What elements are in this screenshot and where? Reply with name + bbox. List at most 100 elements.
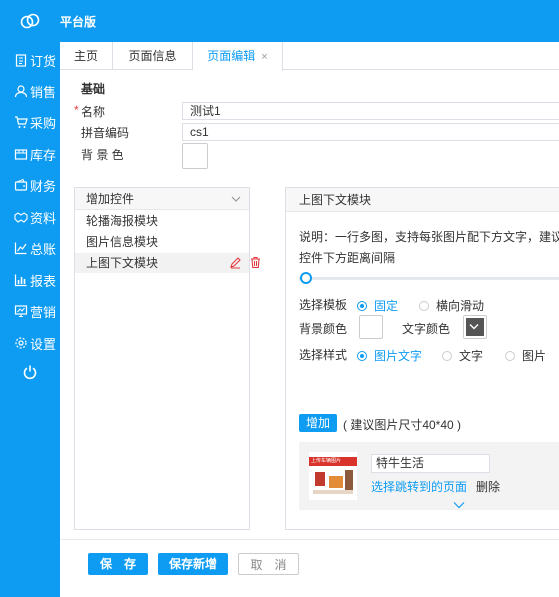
pinyin-label: 拼音编码 bbox=[81, 126, 130, 140]
tab-page-info[interactable]: 页面信息 bbox=[113, 42, 193, 70]
thumbnail-graphic bbox=[345, 470, 353, 490]
style-option-image-text[interactable]: 图片文字 bbox=[357, 347, 422, 364]
control-item-image-text[interactable]: 上图下文模块 bbox=[75, 253, 260, 273]
radio-label: 图片文字 bbox=[374, 349, 423, 363]
thumbnail-graphic bbox=[315, 472, 325, 486]
name-field[interactable]: 测试1 bbox=[182, 102, 559, 120]
controls-panel: 增加控件 轮播海报模块 图片信息模块 上图下文模块 bbox=[74, 187, 260, 530]
sidebar-item-label: 财务 bbox=[30, 178, 57, 194]
cloud-logo-icon bbox=[20, 13, 40, 29]
control-item-carousel[interactable]: 轮播海报模块 bbox=[75, 211, 249, 231]
sidebar-item-inventory[interactable]: 库存 bbox=[0, 142, 60, 166]
image-item-card: 上传车辆图片 特牛生活 选择跳转到的页面 删除 bbox=[299, 442, 559, 510]
sidebar-item-reports[interactable]: 报表 bbox=[0, 268, 60, 292]
handshake-icon bbox=[14, 212, 28, 223]
controls-header-label: 增加控件 bbox=[86, 192, 135, 206]
cart-icon bbox=[15, 116, 28, 128]
section-title-basic: 基础 bbox=[81, 82, 106, 96]
sidebar-item-ledger[interactable]: 总账 bbox=[0, 236, 60, 260]
clipboard-icon bbox=[15, 54, 27, 67]
radio-dot bbox=[357, 350, 367, 361]
template-option-fixed[interactable]: 固定 bbox=[357, 297, 398, 314]
thumbnail-graphic bbox=[329, 476, 343, 488]
module-title: 上图下文模块 bbox=[286, 188, 559, 212]
power-icon[interactable] bbox=[22, 364, 38, 380]
user-icon bbox=[14, 85, 28, 98]
radio-dot bbox=[357, 300, 367, 311]
control-item-label: 轮播海报模块 bbox=[86, 214, 159, 228]
sidebar-item-label: 订货 bbox=[30, 53, 57, 69]
tab-page-edit[interactable]: 页面编辑 × bbox=[193, 42, 283, 71]
spacing-label: 控件下方距离间隔 bbox=[299, 251, 396, 265]
tab-bar: 主页 页面信息 页面编辑 × bbox=[60, 42, 559, 71]
controls-header[interactable]: 增加控件 bbox=[75, 188, 249, 210]
delete-item-link[interactable]: 删除 bbox=[476, 478, 500, 495]
sidebar-item-sales[interactable]: 销售 bbox=[0, 79, 60, 103]
select-target-page-link[interactable]: 选择跳转到的页面 bbox=[371, 478, 467, 495]
app-brand: 平台版 bbox=[60, 15, 97, 29]
chevron-down-icon[interactable] bbox=[453, 501, 465, 509]
required-mark: * bbox=[74, 103, 79, 117]
text-color-picker[interactable] bbox=[463, 315, 487, 339]
item-thumbnail[interactable]: 上传车辆图片 bbox=[309, 452, 357, 500]
name-label: * 名称 bbox=[74, 103, 106, 120]
radio-label: 固定 bbox=[374, 299, 399, 313]
tab-home[interactable]: 主页 bbox=[60, 42, 113, 70]
sidebar-item-label: 总账 bbox=[30, 241, 57, 257]
sidebar-item-marketing[interactable]: 营销 bbox=[0, 299, 60, 323]
sidebar-item-label: 资料 bbox=[30, 210, 57, 226]
style-option-image[interactable]: 图片 bbox=[505, 347, 546, 364]
save-and-new-button[interactable]: 保存新增 bbox=[158, 553, 228, 575]
bg-color-label: 背 景 色 bbox=[81, 148, 124, 162]
save-button[interactable]: 保 存 bbox=[88, 553, 148, 575]
module-description: 说明：一行多图，支持每张图片配下方文字，建议 bbox=[299, 230, 559, 244]
text-color-label: 文字颜色 bbox=[402, 322, 451, 336]
module-bg-color-label: 背景颜色 bbox=[299, 322, 348, 336]
module-bg-color-picker[interactable] bbox=[359, 315, 383, 339]
sidebar-item-label: 报表 bbox=[30, 273, 57, 289]
control-item-label: 图片信息模块 bbox=[86, 235, 159, 249]
sidebar-item-orders[interactable]: 订货 bbox=[0, 48, 60, 72]
main-content: 主页 页面信息 页面编辑 × 基础 * 名称 测试1 拼音编码 cs1 背 景 色 … bbox=[60, 42, 559, 597]
thumbnail-graphic bbox=[313, 490, 353, 494]
close-icon[interactable]: × bbox=[261, 51, 267, 63]
sidebar-item-label: 营销 bbox=[30, 304, 57, 320]
radio-dot bbox=[442, 350, 452, 361]
line-chart-icon bbox=[14, 242, 27, 255]
bg-color-picker[interactable] bbox=[182, 143, 208, 169]
warehouse-icon bbox=[14, 149, 28, 160]
thumbnail-caption: 上传车辆图片 bbox=[309, 457, 357, 466]
chevron-down-icon bbox=[231, 196, 241, 202]
sidebar-item-settings[interactable]: 设置 bbox=[0, 331, 60, 355]
control-item-image-info[interactable]: 图片信息模块 bbox=[75, 232, 249, 252]
pinyin-field[interactable]: cs1 bbox=[182, 123, 559, 141]
template-option-scroll[interactable]: 横向滑动 bbox=[419, 297, 484, 314]
tab-label: 页面编辑 bbox=[207, 49, 256, 63]
radio-label: 横向滑动 bbox=[436, 299, 485, 313]
spacing-slider-track[interactable] bbox=[299, 277, 559, 280]
name-label-text: 名称 bbox=[81, 105, 106, 119]
tab-label: 主页 bbox=[73, 49, 98, 63]
sidebar: 订货 销售 采购 库存 财务 资料 总账 报表 营销 设置 bbox=[0, 42, 60, 597]
tab-label: 页面信息 bbox=[128, 49, 177, 63]
sidebar-item-purchase[interactable]: 采购 bbox=[0, 110, 60, 134]
chevron-down-icon bbox=[469, 324, 479, 330]
sidebar-item-label: 库存 bbox=[30, 147, 57, 163]
template-label: 选择模板 bbox=[299, 298, 348, 312]
sidebar-item-finance[interactable]: 财务 bbox=[0, 173, 60, 197]
radio-dot bbox=[419, 300, 429, 311]
add-item-button[interactable]: 增加 bbox=[299, 414, 337, 432]
cancel-button[interactable]: 取 消 bbox=[238, 553, 299, 575]
style-option-text[interactable]: 文字 bbox=[442, 347, 483, 364]
wallet-icon bbox=[14, 178, 28, 191]
trash-icon[interactable] bbox=[249, 256, 262, 269]
radio-label: 图片 bbox=[522, 349, 547, 363]
module-settings-panel: 上图下文模块 说明：一行多图，支持每张图片配下方文字，建议 控件下方距离间隔 选… bbox=[285, 187, 559, 530]
top-bar: 平台版 bbox=[0, 0, 559, 42]
radio-dot bbox=[505, 350, 515, 361]
edit-icon[interactable] bbox=[229, 256, 242, 269]
sidebar-item-data[interactable]: 资料 bbox=[0, 205, 60, 229]
spacing-slider-thumb[interactable] bbox=[300, 272, 312, 284]
item-title-field[interactable]: 特牛生活 bbox=[371, 454, 490, 473]
bar-chart-icon bbox=[14, 274, 27, 287]
